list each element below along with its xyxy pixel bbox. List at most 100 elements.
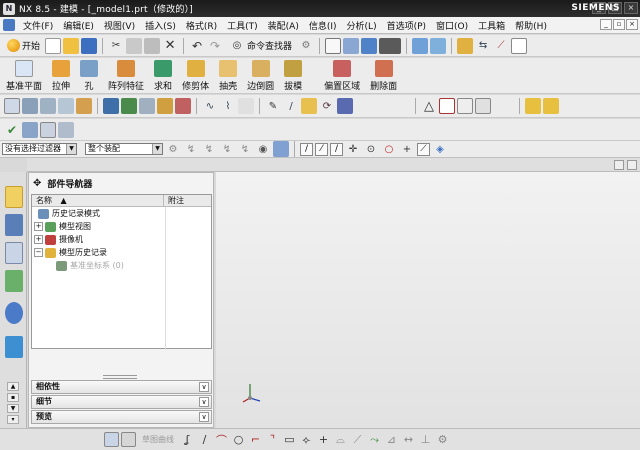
dependencies-panel[interactable]: 相依性 ∨ — [31, 380, 212, 394]
redo-icon[interactable]: ↷ — [207, 38, 223, 54]
graphics-window[interactable] — [216, 172, 640, 428]
graphics-restore-button[interactable] — [614, 160, 624, 170]
constraint-navigator-tab-icon[interactable] — [5, 242, 23, 264]
filter-reset-icon[interactable]: ⚙ — [165, 141, 181, 157]
cone-icon[interactable] — [58, 98, 74, 114]
edge-blend-button[interactable]: 边倒圆 — [247, 58, 274, 92]
navigator-splitter[interactable] — [103, 375, 137, 379]
make-corner-icon[interactable]: ⊿ — [384, 432, 399, 447]
rectangle-icon[interactable]: ▭ — [282, 432, 297, 447]
quick-extend-icon[interactable]: ⤳ — [367, 432, 382, 447]
history-tab-icon[interactable] — [5, 336, 23, 358]
menu-preferences[interactable]: 首选项(P) — [382, 19, 431, 32]
details-panel[interactable]: 细节 ∨ — [31, 395, 212, 409]
wcs-icon[interactable] — [430, 37, 447, 54]
snap-quadrant-icon[interactable]: ○ — [381, 141, 397, 157]
extrude-button[interactable]: 拉伸 — [52, 58, 70, 92]
column-name[interactable]: 名称 ▲ — [32, 195, 164, 206]
background-icon[interactable] — [379, 37, 402, 54]
sketch-options-icon[interactable]: ⚙ — [435, 432, 450, 447]
offset-curve-icon[interactable] — [238, 98, 254, 114]
orient-view-icon[interactable] — [343, 37, 360, 54]
drawing-sheet-icon[interactable] — [439, 98, 455, 114]
hole-button[interactable]: 孔 — [80, 58, 99, 92]
point-icon[interactable]: ✎ — [265, 98, 281, 114]
curve-rule-icon[interactable]: ↯ — [237, 141, 253, 157]
arc-icon[interactable]: ⌒ — [214, 432, 229, 447]
constraint-icon[interactable]: ⊥ — [418, 432, 433, 447]
start-button[interactable]: 开始 — [4, 39, 43, 52]
column-note[interactable]: 附注 — [164, 195, 184, 206]
menu-analysis[interactable]: 分析(L) — [342, 19, 382, 32]
open-folder-icon[interactable] — [63, 37, 80, 54]
menu-edit[interactable]: 编辑(E) — [58, 19, 99, 32]
synchronous-model-icon[interactable] — [4, 98, 20, 114]
curve-icon[interactable]: ∿ — [202, 98, 218, 114]
tree-row[interactable]: 历史记录模式 — [32, 207, 211, 220]
doc-restore-button[interactable]: ▫ — [613, 19, 625, 30]
resource-bar-scroll-down[interactable]: ▼ — [7, 404, 19, 413]
selection-scope-dropdown[interactable]: 整个装配 ▼ — [85, 143, 163, 155]
offset-region-button[interactable]: 偏置区域 — [324, 58, 360, 92]
collapse-icon[interactable]: − — [34, 248, 43, 257]
menu-app-icon[interactable] — [3, 19, 15, 31]
move-object-icon[interactable]: ⇆ — [475, 38, 491, 54]
menu-format[interactable]: 格式(R) — [181, 19, 222, 32]
dimension-icon[interactable]: ↔ — [401, 432, 416, 447]
show-selection-icon[interactable]: ◉ — [255, 141, 271, 157]
swept-icon[interactable] — [121, 98, 137, 114]
reuse-library-tab-icon[interactable] — [5, 270, 23, 292]
layer-settings-icon[interactable] — [457, 98, 473, 114]
delete-face-button[interactable]: 删除面 — [370, 58, 397, 92]
graphics-close-button[interactable] — [627, 160, 637, 170]
resource-bar-options[interactable]: ▾ — [7, 415, 19, 424]
datum-axis-icon[interactable]: / — [283, 98, 299, 114]
n-sided-surface-icon[interactable] — [157, 98, 173, 114]
snap-endpoint-icon[interactable]: / — [300, 142, 313, 156]
tree-row[interactable]: + 模型视图 — [32, 220, 211, 233]
menu-window[interactable]: 窗口(O) — [431, 19, 473, 32]
edit-object-display-icon[interactable] — [475, 98, 491, 114]
chevron-down-icon[interactable]: ∨ — [199, 412, 209, 422]
snap-existing-point-icon[interactable]: + — [399, 141, 415, 157]
doc-minimize-button[interactable]: _ — [600, 19, 612, 30]
menu-insert[interactable]: 插入(S) — [140, 19, 181, 32]
snap-options-icon[interactable]: ◈ — [432, 141, 448, 157]
general-selection-icon[interactable]: ↯ — [183, 141, 199, 157]
part-navigator-tab-icon[interactable] — [5, 186, 23, 208]
finish-sketch-icon[interactable] — [104, 432, 119, 447]
assembly-components-icon[interactable] — [525, 98, 541, 114]
command-finder-button[interactable]: ◎ 命令查找器 — [225, 38, 296, 54]
check-icon[interactable]: ✔ — [4, 122, 20, 138]
tree-row[interactable]: 基准坐标系 (0) — [32, 259, 211, 272]
triangle-icon[interactable]: △ — [421, 98, 437, 114]
fillet-icon[interactable]: ⌐ — [248, 432, 263, 447]
measure-distance-icon[interactable]: ⟋ — [493, 38, 509, 54]
web-browser-tab-icon[interactable] — [5, 302, 23, 324]
tree-row[interactable]: − 模型历史记录 — [32, 246, 211, 259]
unite-button[interactable]: 求和 — [154, 58, 172, 92]
helix-icon[interactable]: ⟳ — [319, 98, 335, 114]
offset-surface-icon[interactable] — [175, 98, 191, 114]
menu-help[interactable]: 帮助(H) — [510, 19, 552, 32]
through-curves-icon[interactable] — [103, 98, 119, 114]
feature-rule-icon[interactable]: ↯ — [201, 141, 217, 157]
tree-row[interactable]: + 摄像机 — [32, 233, 211, 246]
spline-icon[interactable] — [301, 98, 317, 114]
tube-icon[interactable] — [76, 98, 92, 114]
grid-icon[interactable] — [511, 37, 528, 54]
trim-body-button[interactable]: 修剪体 — [182, 58, 209, 92]
repeat-command-icon[interactable]: ⚙ — [298, 38, 314, 54]
menu-information[interactable]: 信息(I) — [304, 19, 342, 32]
snap-control-point-icon[interactable]: ∕ — [330, 142, 343, 156]
copy-icon[interactable] — [126, 37, 143, 54]
box-icon[interactable] — [22, 98, 38, 114]
menu-assemblies[interactable]: 装配(A) — [263, 19, 304, 32]
quick-trim-icon[interactable]: ⟋ — [350, 432, 365, 447]
measure-body-icon[interactable] — [58, 121, 74, 138]
paste-icon[interactable] — [144, 37, 161, 54]
studio-spline-icon[interactable]: ⌓ — [333, 432, 348, 447]
select-solid-icon[interactable] — [273, 141, 289, 157]
sketch-icon[interactable] — [121, 432, 136, 447]
project-curve-icon[interactable]: ⌇ — [220, 98, 236, 114]
